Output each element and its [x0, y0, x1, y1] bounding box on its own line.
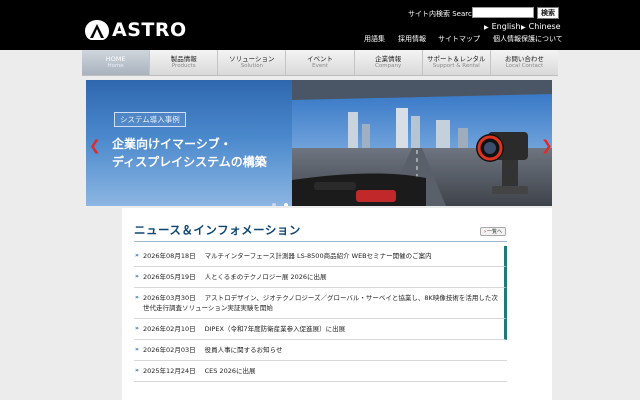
- news-heading: ニュース＆インフォメーション: [134, 223, 301, 237]
- banner-title: 企業向けイマーシブ・ ディスプレイシステムの構築: [112, 135, 267, 171]
- nav-event[interactable]: イベント Event: [286, 50, 355, 75]
- news-text: 人とくるまのテクノロジー展 2026に出展: [204, 273, 327, 281]
- search-input[interactable]: [472, 7, 534, 18]
- triangle-right-icon: ▶: [484, 24, 489, 31]
- news-section: ニュース＆インフォメーション ›一覧へ » 2026年08月18日 マルチインター…: [122, 208, 552, 400]
- nav-label: サポート＆レンタル: [427, 55, 486, 63]
- toplink-privacy[interactable]: 個人情報保護について: [493, 34, 563, 44]
- search-button[interactable]: 検索: [537, 7, 559, 19]
- list-item[interactable]: » 2026年03月30日 アストロデザイン、ジオテクノロジーズ／グローバル・サー…: [134, 288, 507, 319]
- nav-label: ソリューション: [229, 55, 275, 63]
- nav-label: イベント: [306, 55, 333, 63]
- carousel-dot-active[interactable]: [284, 203, 288, 206]
- lang-chinese-label: Chinese: [528, 22, 561, 31]
- carousel-prev-icon[interactable]: ❮: [89, 138, 101, 154]
- site-header: ASTRO サイト内検索 Search 検索 ▶ English ▶ Chinese…: [0, 0, 640, 50]
- logo-mark-icon: [85, 20, 109, 40]
- nav-label: 製品情報: [170, 55, 197, 63]
- chevron-right-icon: »: [135, 252, 139, 259]
- nav-products[interactable]: 製品情報 Products: [150, 50, 219, 75]
- banner-tag: システム導入事例: [114, 112, 186, 127]
- nav-company[interactable]: 企業情報 Company: [355, 50, 423, 75]
- news-list-label: 一覧へ: [487, 229, 503, 235]
- news-text: 役員人事に関するお知らせ: [204, 346, 283, 354]
- list-item[interactable]: » 2026年08月18日 マルチインターフェース計測器 LS-8500商品紹介 …: [134, 246, 507, 267]
- banner-title-line2: ディスプレイシステムの構築: [112, 155, 267, 169]
- nav-sublabel: Local Contact: [505, 63, 544, 69]
- news-date: 2026年02月03日: [143, 346, 196, 354]
- nav-support[interactable]: サポート＆レンタル Support & Rental: [423, 50, 491, 75]
- news-date: 2026年02月10日: [143, 325, 196, 333]
- nav-home[interactable]: HOME Home: [82, 50, 151, 75]
- list-item[interactable]: » 2025年12月24日 CES 2026に出展: [134, 361, 507, 382]
- nav-sublabel: Solution: [240, 63, 264, 69]
- main-nav: HOME Home 製品情報 Products ソリューション Solution イベ…: [82, 50, 558, 76]
- banner-title-line1: 企業向けイマーシブ・: [112, 137, 232, 151]
- triangle-right-icon: ▶: [521, 24, 526, 31]
- nav-sublabel: Home: [107, 63, 124, 69]
- carousel-next-icon[interactable]: ❯: [541, 138, 552, 154]
- carousel-dot[interactable]: [272, 203, 276, 206]
- logo-text: ASTRO: [112, 19, 187, 41]
- logo[interactable]: ASTRO: [84, 18, 187, 42]
- news-text: DIPEX（令和7年度防衛産業参入促進展）に出展: [204, 325, 346, 333]
- chevron-right-icon: »: [135, 273, 139, 280]
- news-text: マルチインターフェース計測器 LS-8500商品紹介 WEBセミナー開催のご案内: [204, 252, 432, 260]
- list-item[interactable]: » 2026年05月19日 人とくるまのテクノロジー展 2026に出展: [134, 267, 507, 288]
- news-date: 2026年05月19日: [143, 273, 196, 281]
- news-list-button[interactable]: ›一覧へ: [480, 227, 506, 236]
- nav-label: HOME: [105, 55, 126, 63]
- hero-banner[interactable]: システム導入事例 企業向けイマーシブ・ ディスプレイシステムの構築 ❮ ❯: [86, 80, 552, 206]
- carousel-dots: [272, 192, 296, 206]
- search-label: サイト内検索 Search: [408, 10, 477, 18]
- nav-contact[interactable]: お問い合わせ Local Contact: [491, 50, 558, 75]
- nav-sublabel: Event: [312, 63, 328, 69]
- toplink-sitemap[interactable]: サイトマップ: [438, 34, 480, 44]
- news-text: CES 2026に出展: [204, 367, 256, 375]
- news-text: アストロデザイン、ジオテクノロジーズ／グローバル・サーベイと協業し、8K映像技術…: [143, 294, 498, 312]
- nav-sublabel: Support & Rental: [432, 63, 480, 69]
- chevron-right-icon: »: [135, 367, 139, 374]
- list-item[interactable]: » 2026年02月10日 DIPEX（令和7年度防衛産業参入促進展）に出展: [134, 319, 507, 340]
- lang-chinese-link[interactable]: ▶ Chinese: [521, 22, 561, 31]
- chevron-right-icon: »: [135, 294, 139, 301]
- lang-english-label: English: [491, 22, 521, 31]
- divider: [134, 241, 507, 242]
- banner-caption-panel: システム導入事例 企業向けイマーシブ・ ディスプレイシステムの構築: [86, 80, 292, 206]
- toplink-recruit[interactable]: 採用情報: [398, 34, 426, 44]
- news-list: » 2026年08月18日 マルチインターフェース計測器 LS-8500商品紹介 …: [134, 246, 507, 382]
- toplink-glossary[interactable]: 用語集: [364, 34, 385, 44]
- news-date: 2025年12月24日: [143, 367, 196, 375]
- news-date: 2026年03月30日: [143, 294, 196, 302]
- chevron-right-icon: »: [135, 346, 139, 353]
- list-item[interactable]: » 2026年02月03日 役員人事に関するお知らせ: [134, 340, 507, 361]
- chevron-right-icon: »: [135, 325, 139, 332]
- nav-label: お問い合わせ: [504, 55, 544, 63]
- lang-english-link[interactable]: ▶ English: [484, 22, 521, 31]
- nav-solution[interactable]: ソリューション Solution: [218, 50, 287, 75]
- nav-sublabel: Company: [375, 63, 402, 69]
- nav-label: 企業情報: [375, 55, 402, 63]
- arrow-icon: ›: [483, 229, 487, 235]
- nav-sublabel: Products: [171, 63, 196, 69]
- news-date: 2026年08月18日: [143, 252, 196, 260]
